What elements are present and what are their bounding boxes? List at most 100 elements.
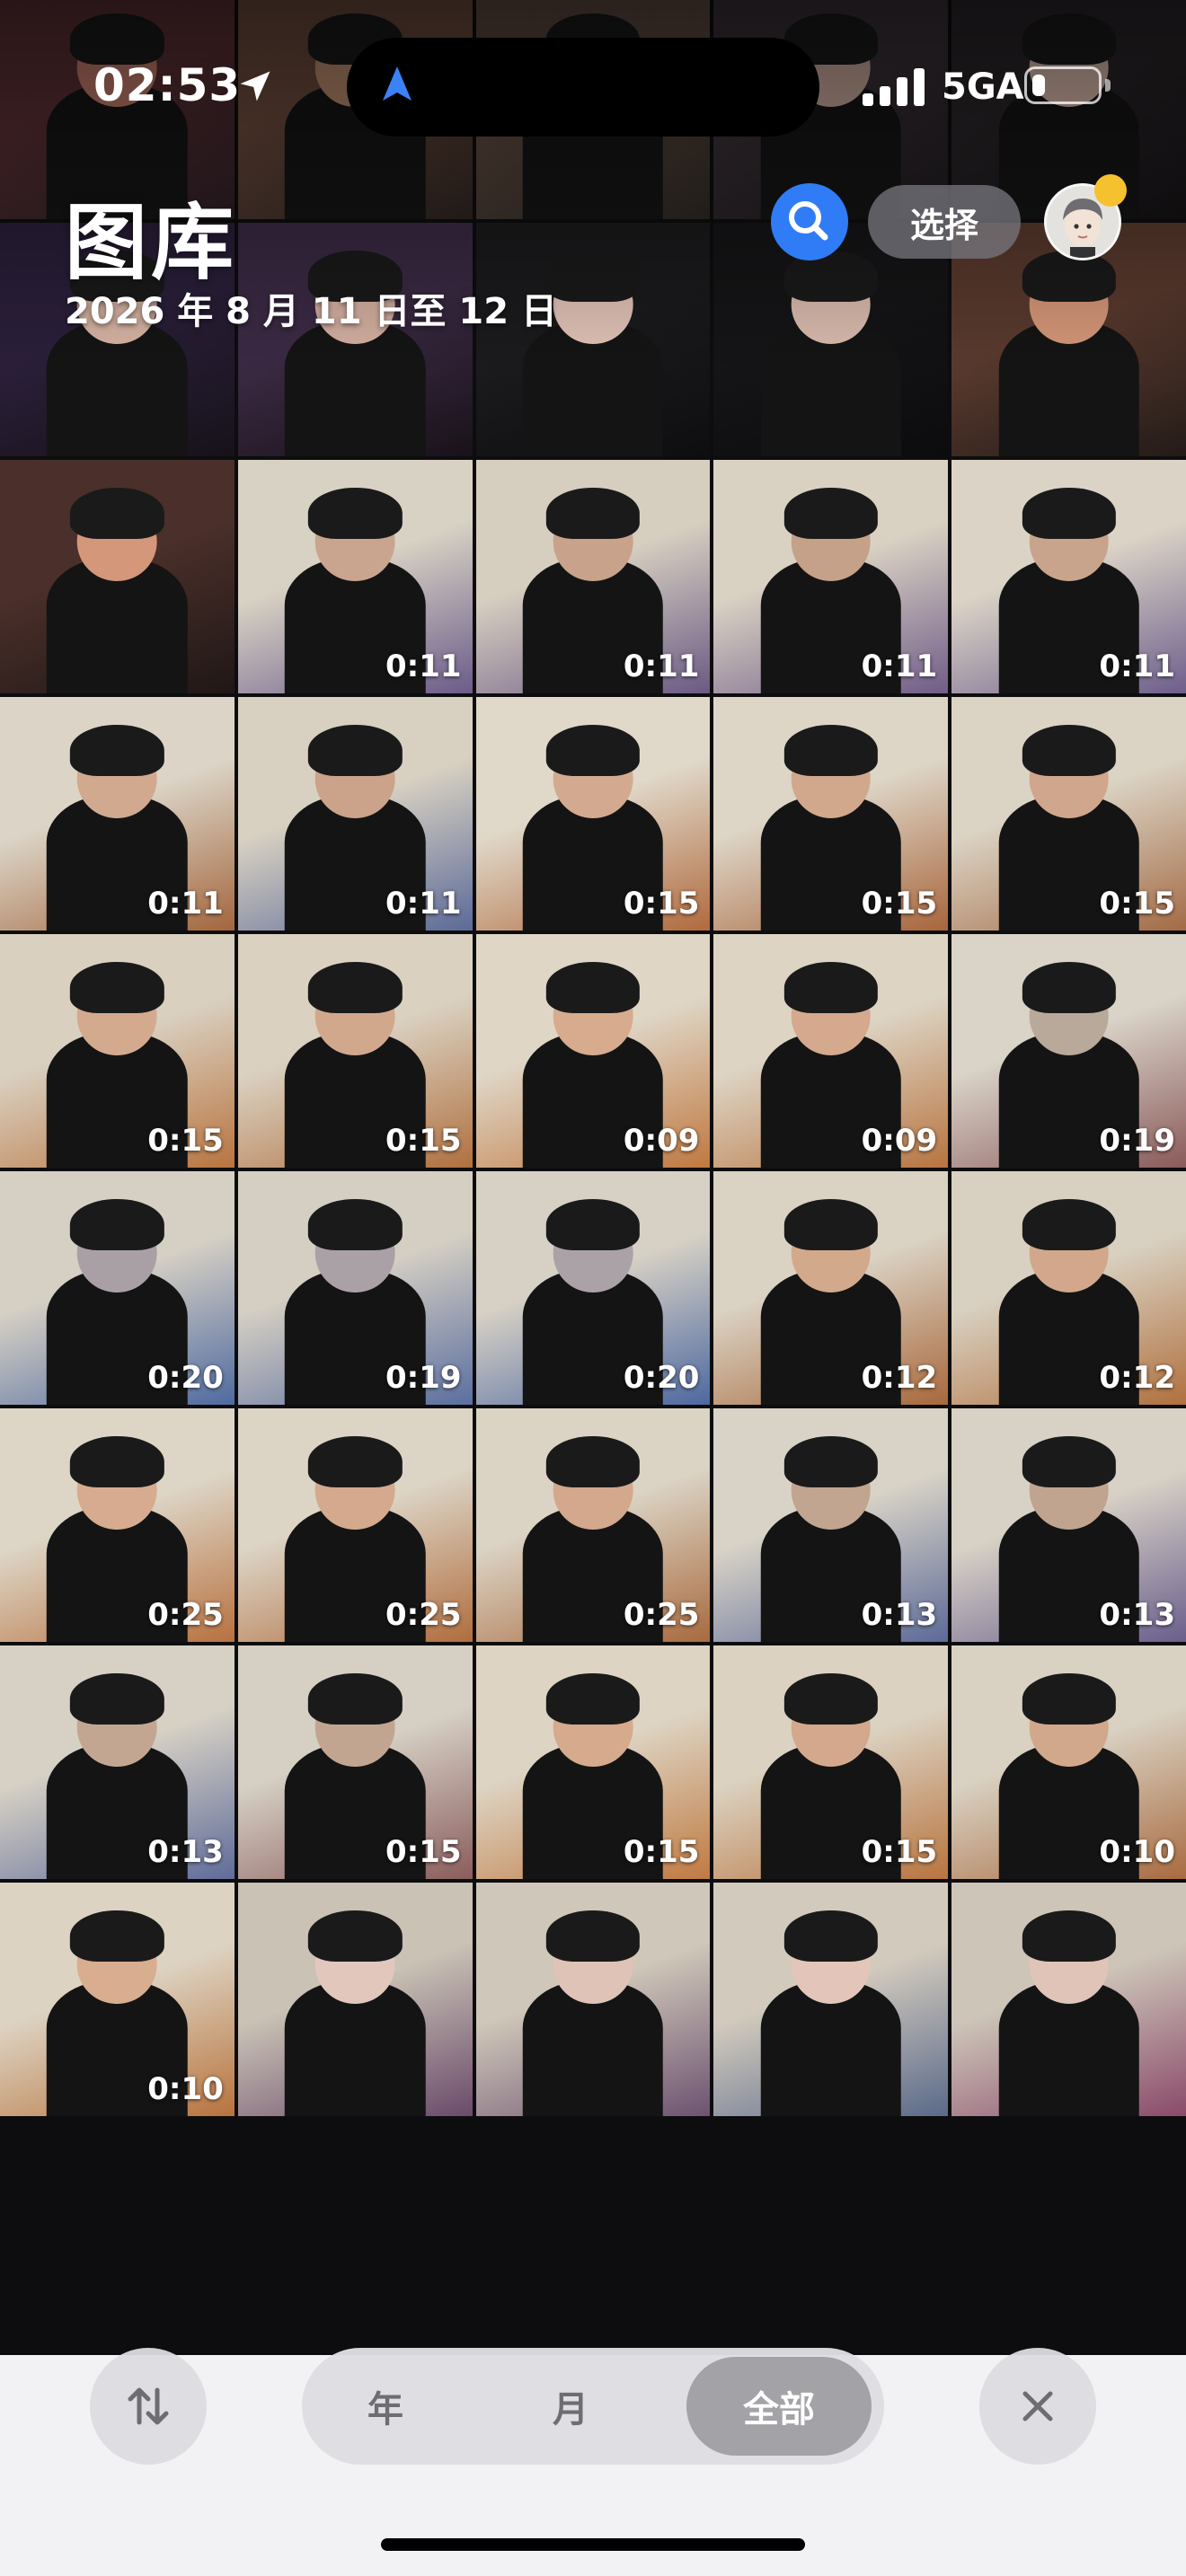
thumbnail-hair [70,488,164,540]
select-button[interactable]: 选择 [868,185,1021,259]
video-duration: 0:11 [385,886,462,922]
video-thumbnail[interactable]: 0:11 [475,460,711,693]
video-thumbnail[interactable]: 0:19 [951,934,1186,1168]
video-thumbnail[interactable]: 0:11 [237,697,473,931]
video-duration: 0:11 [1099,648,1175,684]
video-thumbnail[interactable]: 0:15 [237,934,473,1168]
thumbnail-hair [783,1910,878,1963]
battery-tip [1105,79,1111,92]
video-thumbnail[interactable]: 0:09 [475,934,711,1168]
thumbnail-hair [545,1910,641,1963]
search-icon [789,201,828,241]
video-thumbnail[interactable]: 0:13 [713,1408,949,1642]
photo-thumbnail[interactable] [237,1883,473,2116]
thumbnail-hair [1022,1673,1116,1725]
thumbnail-hair [70,962,164,1014]
video-thumbnail[interactable]: 0:25 [0,1408,235,1642]
home-indicator[interactable] [381,2538,805,2551]
video-thumbnail[interactable]: 0:10 [951,1645,1186,1879]
thumbnail-hair [545,251,641,303]
tab-year[interactable]: 年 [320,2348,451,2465]
thumbnail-hair [1022,1910,1116,1963]
video-thumbnail[interactable]: 0:15 [951,697,1186,931]
video-duration: 0:11 [147,886,224,922]
thumbnail-hair [783,488,878,540]
video-duration: 0:15 [147,1123,224,1159]
thumbnail-hair [1022,962,1116,1014]
video-duration: 0:11 [385,648,462,684]
thumbnail-hair [545,1673,641,1725]
thumbnail-hair [70,1436,164,1488]
thumbnail-hair [70,13,164,66]
video-thumbnail[interactable]: 0:11 [237,460,473,693]
battery-icon [1024,66,1102,104]
thumbnail-hair [308,1910,403,1963]
photo-thumbnail[interactable] [713,1883,949,2116]
video-thumbnail[interactable]: 0:11 [713,460,949,693]
sort-button[interactable] [90,2348,207,2465]
thumbnail-hair [545,488,641,540]
photo-thumbnail[interactable] [475,1883,711,2116]
close-icon [1022,2391,1053,2422]
video-thumbnail[interactable]: 0:13 [0,1645,235,1879]
photo-thumbnail[interactable] [237,223,473,456]
video-thumbnail[interactable]: 0:15 [0,934,235,1168]
video-thumbnail[interactable]: 0:15 [237,1645,473,1879]
thumbnail-hair [545,1436,641,1488]
page-title: 图库 [65,195,238,291]
video-duration: 0:15 [385,1123,462,1159]
video-thumbnail[interactable]: 0:25 [475,1408,711,1642]
video-thumbnail[interactable]: 0:13 [951,1408,1186,1642]
thumbnail-hair [308,962,403,1014]
video-duration: 0:25 [623,1597,700,1633]
thumbnail-hair [70,1673,164,1725]
video-duration: 0:19 [1099,1123,1175,1159]
video-duration: 0:13 [147,1834,224,1870]
tab-all[interactable]: 全部 [686,2348,872,2465]
video-duration: 0:19 [385,1360,462,1396]
video-duration: 0:15 [1099,886,1175,922]
tab-month[interactable]: 月 [505,2348,636,2465]
video-thumbnail[interactable]: 0:15 [475,1645,711,1879]
video-thumbnail[interactable]: 0:15 [713,697,949,931]
network-type: 5GA [942,66,1024,108]
sort-arrows-icon [128,2387,169,2425]
video-thumbnail[interactable]: 0:15 [475,697,711,931]
video-duration: 0:20 [623,1360,700,1396]
video-thumbnail[interactable]: 0:15 [713,1645,949,1879]
video-thumbnail[interactable]: 0:09 [713,934,949,1168]
photo-thumbnail[interactable] [951,1883,1186,2116]
thumbnail-hair [545,962,641,1014]
thumbnail-hair [70,1199,164,1251]
photo-thumbnail[interactable] [475,223,711,456]
close-button[interactable] [979,2348,1096,2465]
search-button[interactable] [771,183,848,260]
video-thumbnail[interactable]: 0:12 [951,1171,1186,1405]
video-duration: 0:15 [861,1834,938,1870]
video-thumbnail[interactable]: 0:11 [951,460,1186,693]
video-duration: 0:15 [623,1834,700,1870]
photo-thumbnail[interactable] [0,460,235,693]
video-duration: 0:25 [147,1597,224,1633]
status-time: 02:53 [93,59,242,111]
video-duration: 0:15 [861,886,938,922]
thumbnail-hair [70,1910,164,1963]
thumbnail-hair [1022,13,1116,66]
video-thumbnail[interactable]: 0:20 [475,1171,711,1405]
video-thumbnail[interactable]: 0:12 [713,1171,949,1405]
video-thumbnail[interactable]: 0:25 [237,1408,473,1642]
video-duration: 0:10 [147,2071,224,2107]
video-duration: 0:09 [623,1123,700,1159]
thumbnail-hair [308,1436,403,1488]
date-range: 2026 年 8 月 11 日至 12 日 [65,291,557,332]
thumbnail-hair [783,1673,878,1725]
thumbnail-hair [308,1199,403,1251]
video-thumbnail[interactable]: 0:19 [237,1171,473,1405]
video-duration: 0:09 [861,1123,938,1159]
notification-badge [1094,174,1127,207]
navigation-arrow-icon [383,66,412,101]
video-thumbnail[interactable]: 0:10 [0,1883,235,2116]
thumbnail-hair [1022,251,1116,303]
video-thumbnail[interactable]: 0:11 [0,697,235,931]
video-thumbnail[interactable]: 0:20 [0,1171,235,1405]
